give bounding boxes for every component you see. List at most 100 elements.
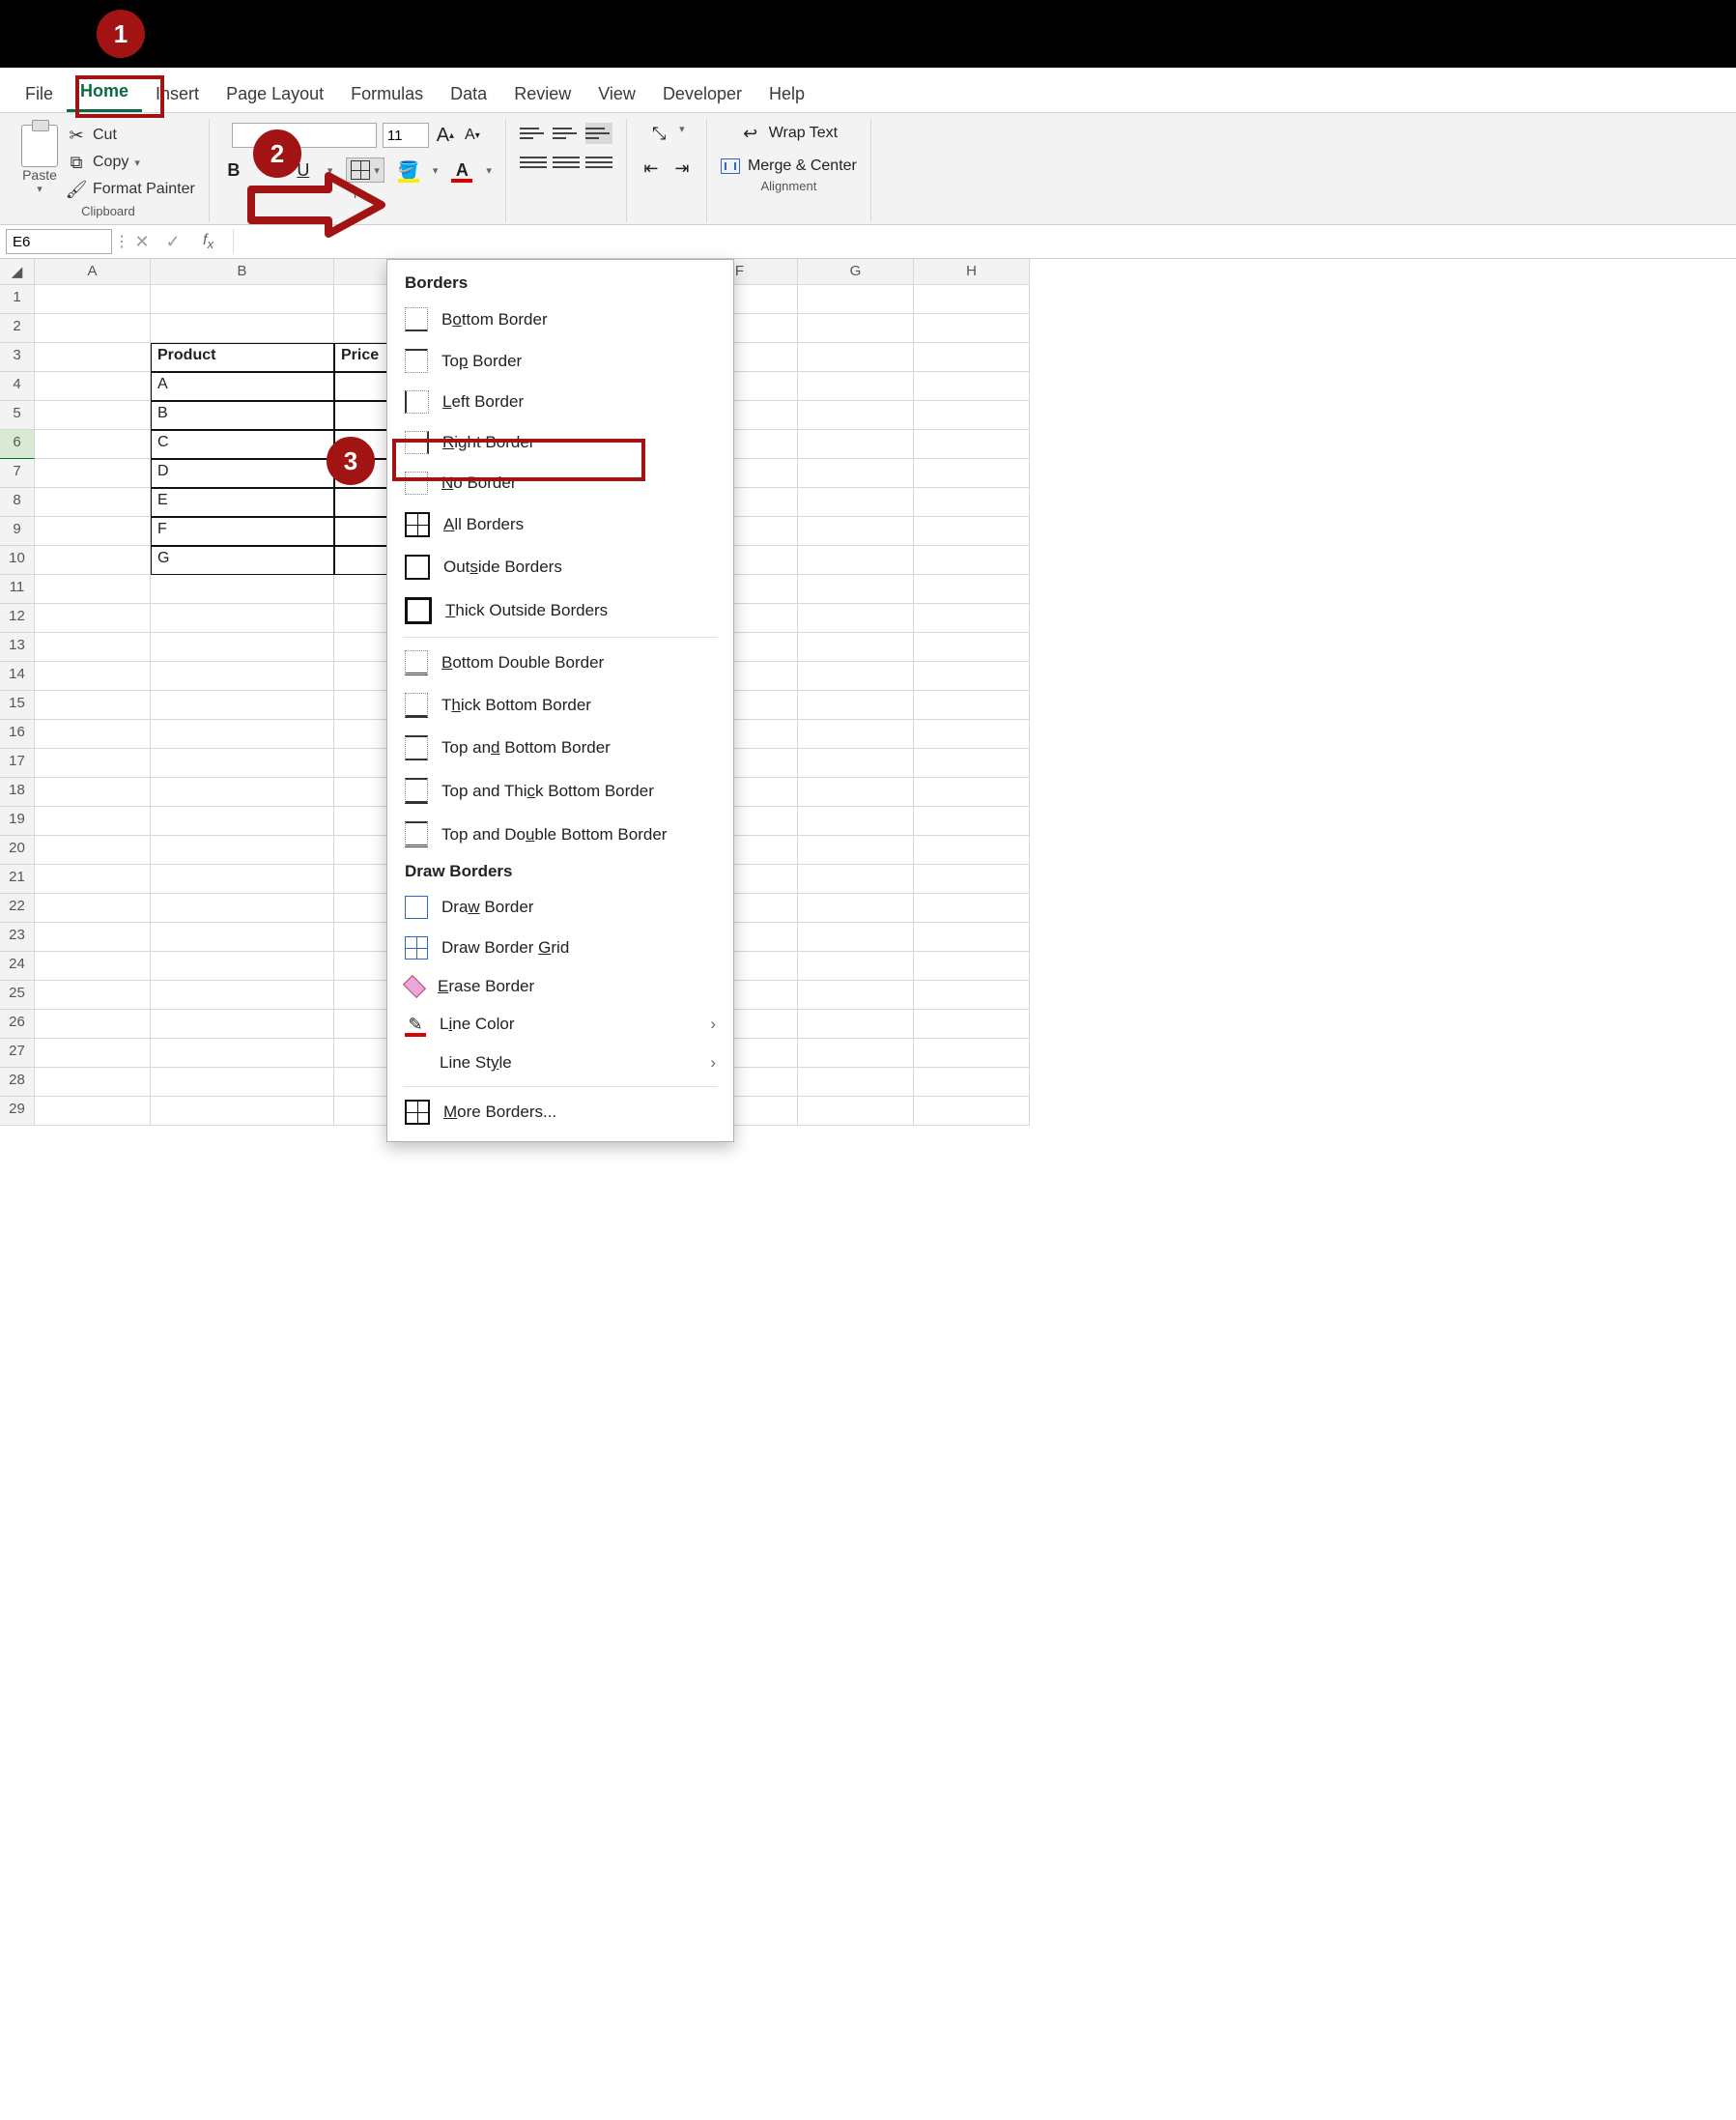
cell[interactable]	[151, 865, 334, 894]
align-left-button[interactable]	[520, 152, 547, 173]
menu-erase-border[interactable]: Erase Border	[391, 968, 729, 1005]
cell[interactable]	[798, 372, 914, 401]
cell[interactable]	[914, 459, 1030, 488]
cell[interactable]	[798, 459, 914, 488]
cell[interactable]	[151, 778, 334, 807]
copy-button[interactable]: ⧉ Copy ▾	[66, 152, 195, 173]
cell[interactable]	[151, 836, 334, 865]
cell[interactable]	[798, 488, 914, 517]
decrease-indent-button[interactable]: ⇤	[640, 158, 662, 179]
cell[interactable]	[798, 633, 914, 662]
cell[interactable]	[798, 1010, 914, 1039]
align-top-button[interactable]	[520, 123, 547, 144]
row-header-12[interactable]: 12	[0, 604, 35, 633]
menu-more-borders[interactable]: More Borders...	[391, 1091, 729, 1133]
cell[interactable]	[914, 314, 1030, 343]
cell[interactable]	[35, 459, 151, 488]
cancel-formula-icon[interactable]: ✕	[131, 231, 153, 252]
cell[interactable]	[151, 923, 334, 952]
cell[interactable]	[151, 749, 334, 778]
cell[interactable]	[798, 749, 914, 778]
row-header-16[interactable]: 16	[0, 720, 35, 749]
row-header-10[interactable]: 10	[0, 546, 35, 575]
tab-page-layout[interactable]: Page Layout	[213, 76, 337, 112]
cell[interactable]	[151, 1039, 334, 1068]
row-header-6[interactable]: 6	[0, 430, 35, 459]
cell[interactable]	[914, 807, 1030, 836]
merge-center-button[interactable]: Merge & Center	[721, 158, 857, 175]
fx-icon[interactable]: fx	[203, 232, 213, 251]
cell[interactable]	[914, 923, 1030, 952]
cell[interactable]: F	[151, 517, 334, 546]
align-bottom-button[interactable]	[585, 123, 612, 144]
cell[interactable]	[914, 430, 1030, 459]
cell[interactable]	[151, 314, 334, 343]
row-header-29[interactable]: 29	[0, 1097, 35, 1126]
cell[interactable]	[151, 691, 334, 720]
align-right-button[interactable]	[585, 152, 612, 173]
menu-bottom-border[interactable]: Bottom Border	[391, 299, 729, 340]
cell[interactable]	[35, 1010, 151, 1039]
cell[interactable]: B	[151, 401, 334, 430]
cell[interactable]	[151, 604, 334, 633]
cell[interactable]	[151, 633, 334, 662]
select-all-corner[interactable]: ◢	[0, 259, 35, 285]
cut-button[interactable]: ✂ Cut	[66, 125, 195, 146]
row-header-2[interactable]: 2	[0, 314, 35, 343]
cell[interactable]	[35, 1097, 151, 1126]
tab-developer[interactable]: Developer	[649, 76, 755, 112]
cell[interactable]	[35, 807, 151, 836]
cell[interactable]	[914, 952, 1030, 981]
cell[interactable]	[151, 1010, 334, 1039]
cell[interactable]	[798, 343, 914, 372]
formula-input[interactable]	[233, 229, 1730, 254]
cell[interactable]	[798, 1039, 914, 1068]
row-header-19[interactable]: 19	[0, 807, 35, 836]
cell[interactable]	[914, 343, 1030, 372]
wrap-text-button[interactable]: ↩ Wrap Text	[740, 123, 838, 144]
align-center-button[interactable]	[553, 152, 580, 173]
menu-thick-bottom-border[interactable]: Thick Bottom Border	[391, 684, 729, 727]
menu-left-border[interactable]: Left Border	[391, 382, 729, 422]
cell[interactable]	[35, 865, 151, 894]
row-header-13[interactable]: 13	[0, 633, 35, 662]
cell[interactable]	[798, 923, 914, 952]
cell[interactable]	[35, 372, 151, 401]
accept-formula-icon[interactable]: ✓	[162, 231, 184, 252]
tab-data[interactable]: Data	[437, 76, 500, 112]
menu-line-style[interactable]: Line Style›	[391, 1044, 729, 1082]
cell[interactable]	[151, 894, 334, 923]
cell[interactable]: D	[151, 459, 334, 488]
cell[interactable]	[151, 575, 334, 604]
row-header-14[interactable]: 14	[0, 662, 35, 691]
row-header-21[interactable]: 21	[0, 865, 35, 894]
cell[interactable]	[798, 952, 914, 981]
row-header-20[interactable]: 20	[0, 836, 35, 865]
name-box[interactable]	[6, 229, 112, 254]
cell[interactable]	[914, 575, 1030, 604]
cell[interactable]	[151, 1097, 334, 1126]
increase-indent-button[interactable]: ⇥	[671, 158, 693, 179]
menu-draw-border[interactable]: Draw Border	[391, 887, 729, 928]
cell[interactable]	[151, 285, 334, 314]
cell[interactable]	[798, 662, 914, 691]
cell[interactable]	[798, 517, 914, 546]
cell[interactable]	[35, 836, 151, 865]
cell[interactable]	[914, 633, 1030, 662]
cell[interactable]	[151, 1068, 334, 1097]
col-header-g[interactable]: G	[798, 259, 914, 285]
row-header-9[interactable]: 9	[0, 517, 35, 546]
fill-color-button[interactable]: 🪣	[398, 159, 419, 181]
cell[interactable]	[914, 720, 1030, 749]
cell[interactable]	[798, 546, 914, 575]
decrease-font-icon[interactable]: A▾	[462, 125, 483, 146]
cell[interactable]: A	[151, 372, 334, 401]
cell[interactable]	[798, 1097, 914, 1126]
cell[interactable]	[798, 430, 914, 459]
row-header-11[interactable]: 11	[0, 575, 35, 604]
cell[interactable]	[798, 1068, 914, 1097]
cell[interactable]	[35, 894, 151, 923]
cell[interactable]	[35, 488, 151, 517]
cell[interactable]	[35, 604, 151, 633]
format-painter-button[interactable]: 🖌 Format Painter	[66, 179, 195, 200]
